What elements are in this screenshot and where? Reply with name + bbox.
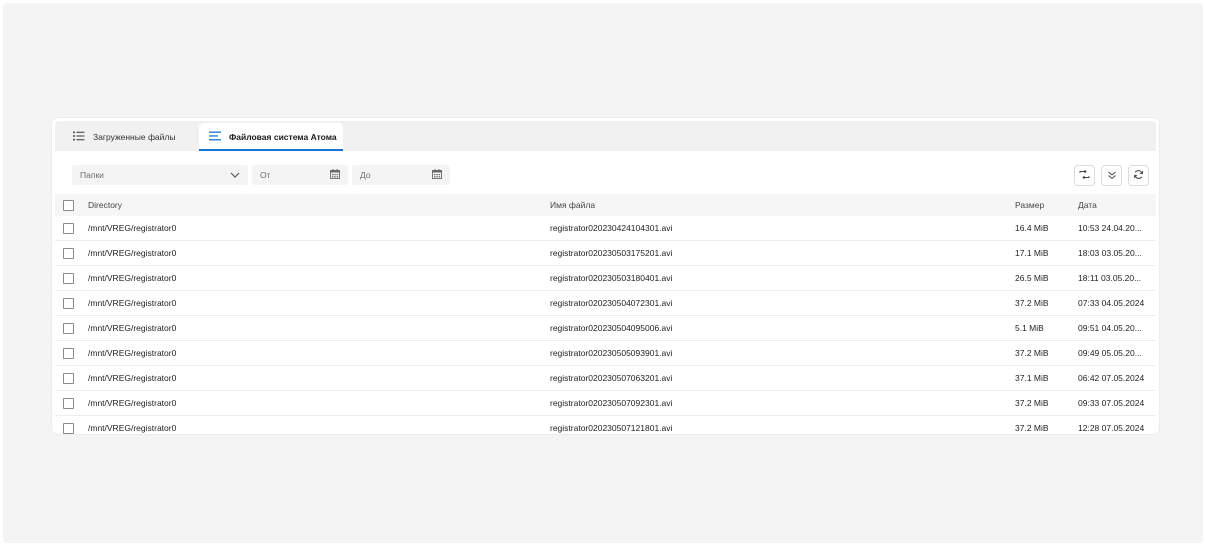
cell-directory: /mnt/VREG/registrator0 — [88, 423, 177, 433]
table-row[interactable]: /mnt/VREG/registrator0 registrator0202305… — [55, 316, 1156, 341]
cell-filename: registrator020230507063201.avi — [550, 373, 673, 383]
cell-directory: /mnt/VREG/registrator0 — [88, 398, 177, 408]
tab-atom-filesystem[interactable]: Файловая система Атома — [199, 123, 343, 151]
cell-date: 09:49 05.05.20... — [1078, 348, 1142, 358]
table-row[interactable]: /mnt/VREG/registrator0 registrator0202305… — [55, 391, 1156, 416]
filter-bar: Папки От До — [52, 165, 1159, 187]
row-checkbox-cell — [55, 241, 88, 266]
cell-filename: registrator020230507121801.avi — [550, 423, 673, 433]
folders-select[interactable]: Папки — [72, 165, 248, 185]
row-checkbox[interactable] — [63, 422, 74, 434]
cell-size: 5.1 MiB — [1015, 323, 1044, 333]
file-browser-panel: Загруженные файлы Файловая система Атома… — [52, 118, 1159, 434]
row-checkbox[interactable] — [63, 372, 74, 384]
chevron-down-icon — [230, 170, 240, 180]
cell-directory: /mnt/VREG/registrator0 — [88, 223, 177, 233]
cell-date: 09:33 07.05.2024 — [1078, 398, 1145, 408]
column-header-size[interactable]: Размер — [1015, 194, 1078, 216]
row-checkbox-cell — [55, 341, 88, 366]
cell-filename: registrator020230505093901.avi — [550, 348, 673, 358]
table-row[interactable]: /mnt/VREG/registrator0 registrator0202305… — [55, 291, 1156, 316]
column-header-filename[interactable]: Имя файла — [550, 194, 1015, 216]
cell-date: 06:42 07.05.2024 — [1078, 373, 1145, 383]
row-checkbox[interactable] — [63, 322, 74, 334]
table-row[interactable]: /mnt/VREG/registrator0 registrator0202304… — [55, 216, 1156, 241]
calendar-icon[interactable] — [432, 169, 442, 181]
row-checkbox-cell — [55, 416, 88, 441]
row-checkbox[interactable] — [63, 272, 74, 284]
cell-directory: /mnt/VREG/registrator0 — [88, 373, 177, 383]
table-row[interactable]: /mnt/VREG/registrator0 registrator0202305… — [55, 416, 1156, 441]
select-all-checkbox-cell — [55, 194, 88, 216]
row-checkbox-cell — [55, 316, 88, 341]
cell-date: 10:53 24.04.20... — [1078, 223, 1142, 233]
cell-size: 26.5 MiB — [1015, 273, 1049, 283]
cell-directory: /mnt/VREG/registrator0 — [88, 298, 177, 308]
cell-size: 16.4 MiB — [1015, 223, 1049, 233]
row-checkbox-cell — [55, 391, 88, 416]
menu-lines-icon — [209, 131, 221, 143]
table-header-row: Directory Имя файла Размер Дата — [55, 194, 1156, 216]
cell-size: 17.1 MiB — [1015, 248, 1049, 258]
table-row[interactable]: /mnt/VREG/registrator0 registrator0202305… — [55, 266, 1156, 291]
refresh-icon — [1133, 169, 1144, 182]
cell-date: 09:51 04.05.20... — [1078, 323, 1142, 333]
date-from-field[interactable]: От — [252, 165, 348, 185]
tab-uploaded-files[interactable]: Загруженные файлы — [63, 123, 193, 151]
column-header-date[interactable]: Дата — [1078, 194, 1156, 216]
cell-date: 12:28 07.05.2024 — [1078, 423, 1145, 433]
list-icon — [73, 131, 85, 143]
refresh-button[interactable] — [1128, 165, 1149, 186]
toolbar-actions — [1074, 165, 1149, 186]
table-row[interactable]: /mnt/VREG/registrator0 registrator0202305… — [55, 341, 1156, 366]
select-all-checkbox[interactable] — [63, 199, 74, 211]
cell-filename: registrator020230507092301.avi — [550, 398, 673, 408]
tab-bar: Загруженные файлы Файловая система Атома — [55, 121, 1156, 151]
cell-directory: /mnt/VREG/registrator0 — [88, 248, 177, 258]
cell-filename: registrator020230504072301.avi — [550, 298, 673, 308]
table-row[interactable]: /mnt/VREG/registrator0 registrator0202305… — [55, 366, 1156, 391]
row-checkbox-cell — [55, 291, 88, 316]
cell-date: 18:11 03.05.20... — [1078, 273, 1142, 283]
swap-arrows-icon — [1079, 169, 1090, 181]
row-checkbox[interactable] — [63, 297, 74, 309]
date-to-field[interactable]: До — [352, 165, 450, 185]
date-to-placeholder: До — [360, 170, 371, 180]
cell-date: 07:33 04.05.2024 — [1078, 298, 1145, 308]
tab-label: Загруженные файлы — [93, 132, 176, 142]
cell-size: 37.2 MiB — [1015, 398, 1049, 408]
row-checkbox[interactable] — [63, 397, 74, 409]
cell-directory: /mnt/VREG/registrator0 — [88, 323, 177, 333]
page-background: Загруженные файлы Файловая система Атома… — [3, 3, 1203, 543]
row-checkbox[interactable] — [63, 347, 74, 359]
column-header-directory[interactable]: Directory — [88, 194, 550, 216]
tab-label: Файловая система Атома — [229, 132, 337, 142]
cell-directory: /mnt/VREG/registrator0 — [88, 273, 177, 283]
select-all-button[interactable] — [1101, 165, 1122, 186]
row-checkbox[interactable] — [63, 222, 74, 234]
date-from-placeholder: От — [260, 170, 271, 180]
cell-size: 37.2 MiB — [1015, 423, 1049, 433]
swap-button[interactable] — [1074, 165, 1095, 186]
cell-filename: registrator020230503180401.avi — [550, 273, 673, 283]
cell-filename: registrator020230503175201.avi — [550, 248, 673, 258]
table-row[interactable]: /mnt/VREG/registrator0 registrator0202305… — [55, 241, 1156, 266]
cell-directory: /mnt/VREG/registrator0 — [88, 348, 177, 358]
cell-size: 37.1 MiB — [1015, 373, 1049, 383]
row-checkbox[interactable] — [63, 247, 74, 259]
row-checkbox-cell — [55, 216, 88, 241]
cell-date: 18:03 03.05.20... — [1078, 248, 1142, 258]
cell-filename: registrator020230504095006.avi — [550, 323, 673, 333]
files-table: Directory Имя файла Размер Дата /mnt/VRE… — [55, 194, 1156, 440]
calendar-icon[interactable] — [330, 169, 340, 181]
cell-size: 37.2 MiB — [1015, 348, 1049, 358]
row-checkbox-cell — [55, 366, 88, 391]
folders-placeholder: Папки — [80, 170, 104, 180]
cell-size: 37.2 MiB — [1015, 298, 1049, 308]
row-checkbox-cell — [55, 266, 88, 291]
cell-filename: registrator020230424104301.avi — [550, 223, 673, 233]
double-check-icon — [1107, 170, 1117, 182]
